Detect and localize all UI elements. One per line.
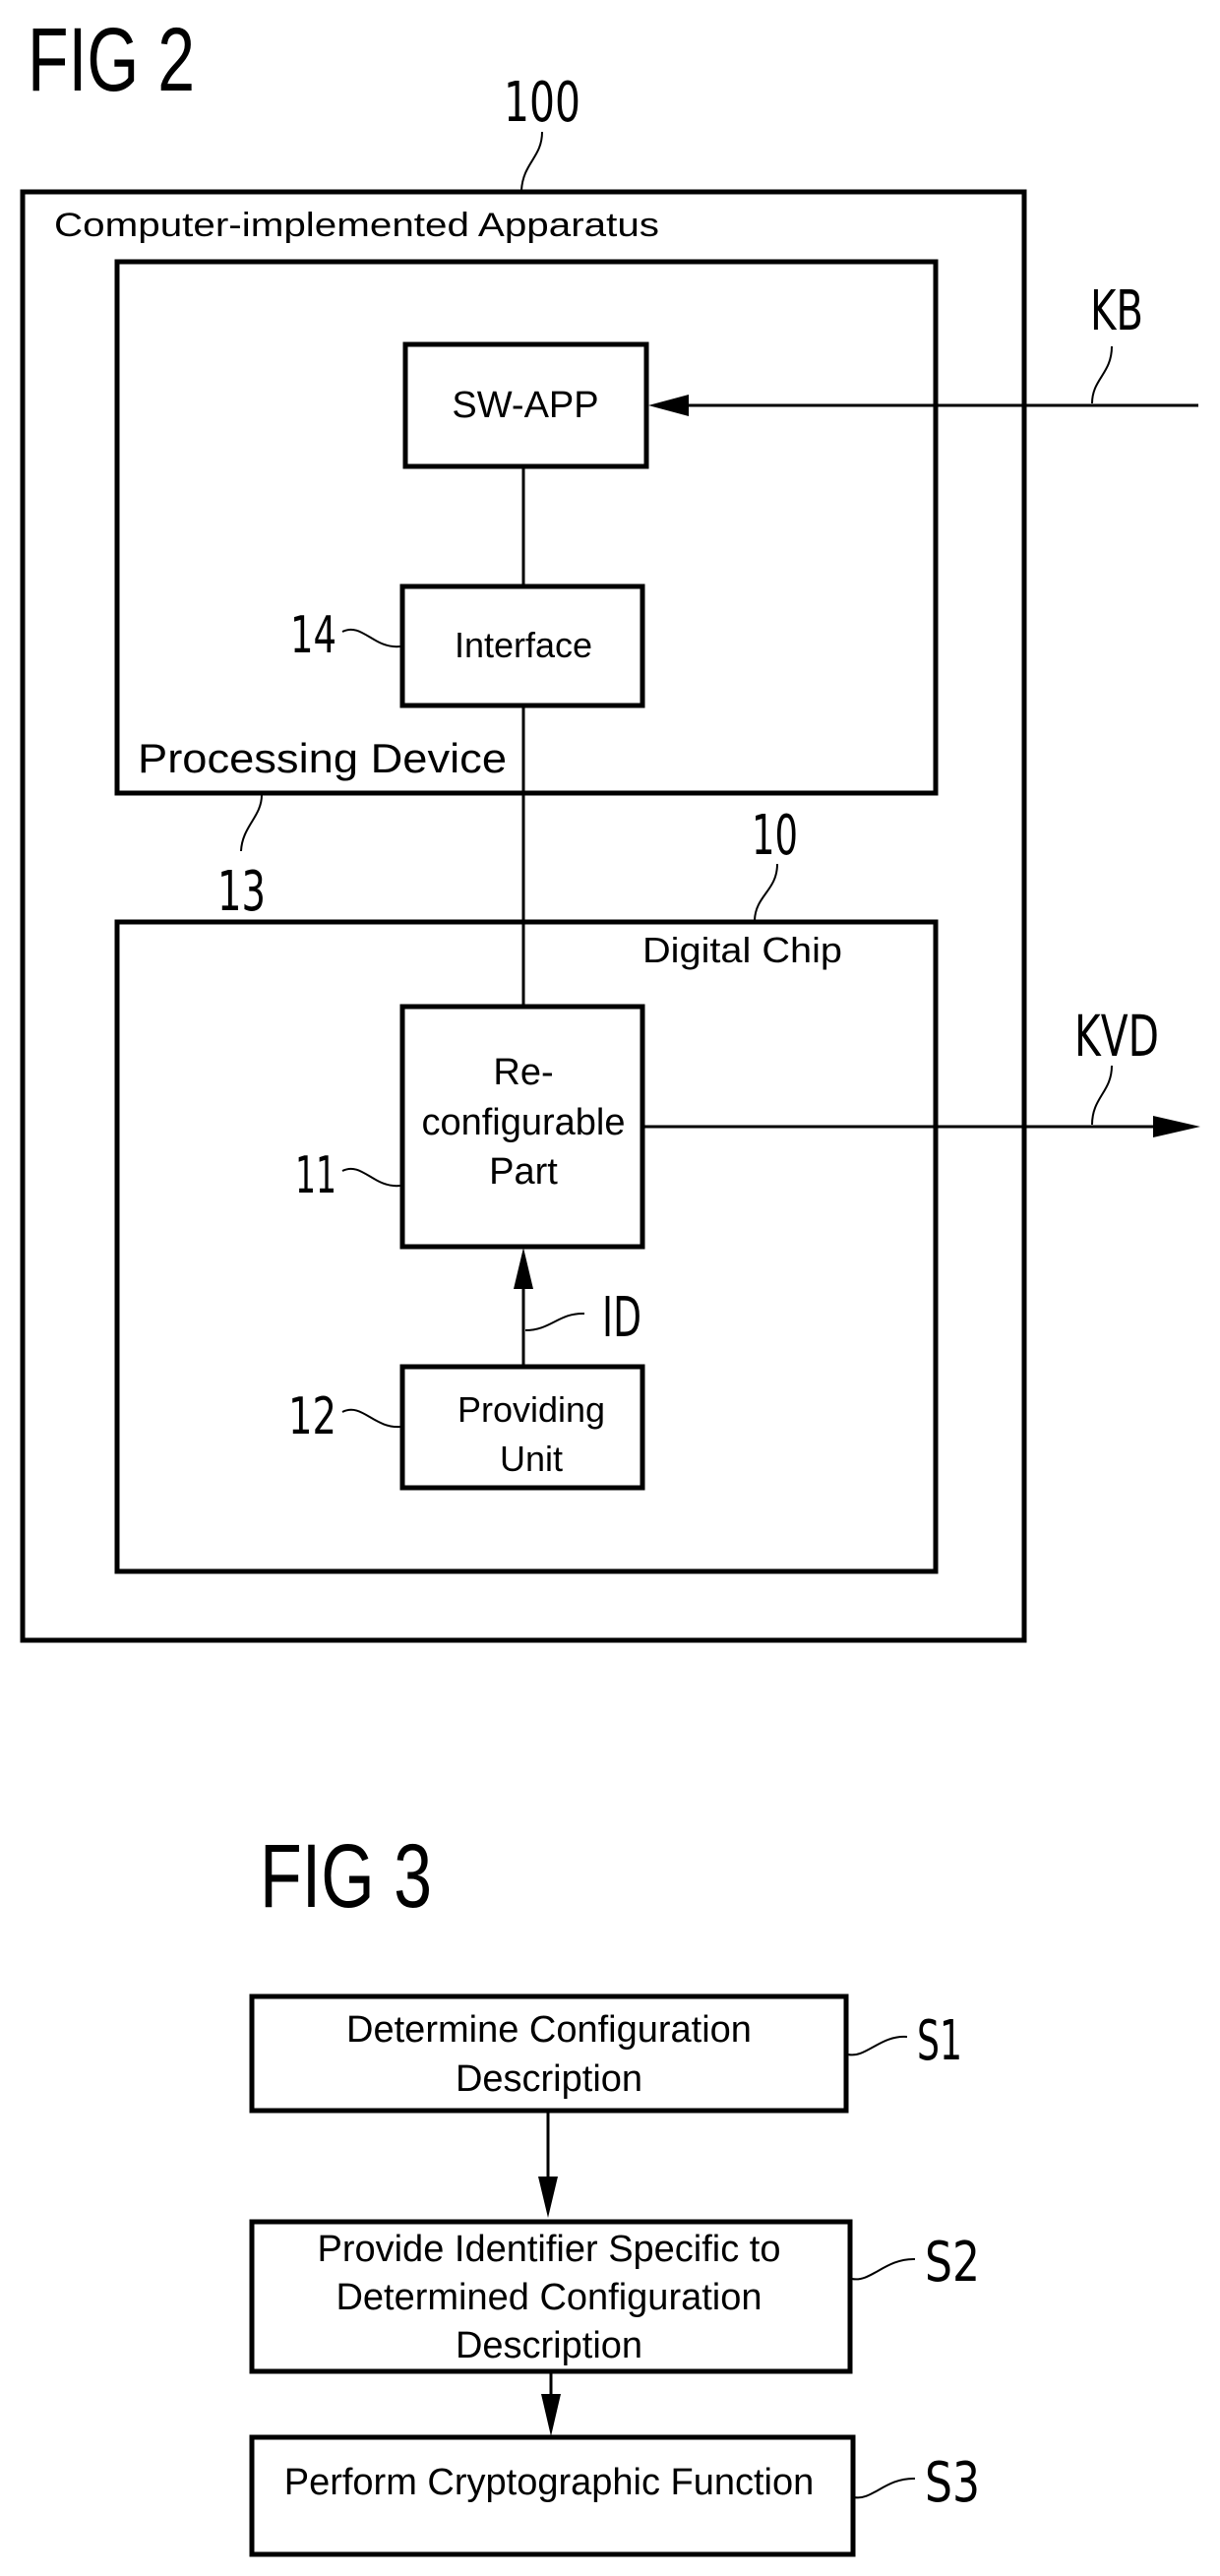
providing-line-1: Providing <box>458 1389 605 1430</box>
leader-kb <box>1091 345 1113 404</box>
interface-label: Interface <box>455 625 592 665</box>
leader-s2 <box>851 2257 916 2281</box>
digital-chip-label: Digital Chip <box>642 930 842 970</box>
ref-11: 11 <box>295 1146 336 1205</box>
arrow-s2-s3-head-icon <box>541 2394 561 2436</box>
ref-100: 100 <box>504 71 580 135</box>
step-s1-label: S1 <box>917 2009 962 2073</box>
processing-device-box <box>114 259 939 796</box>
kb-label: KB <box>1090 279 1143 343</box>
step-s1-line-1: Determine Configuration <box>346 2009 752 2051</box>
arrow-s1-s2-head-icon <box>538 2177 558 2218</box>
fig2-title: FIG 2 <box>28 10 195 110</box>
kvd-arrowhead-icon <box>1153 1116 1200 1137</box>
leader-kvd <box>1091 1065 1113 1126</box>
ref-12: 12 <box>288 1387 336 1446</box>
id-label: ID <box>602 1286 641 1350</box>
reconfigurable-line-3: Part <box>489 1151 558 1193</box>
kvd-label: KVD <box>1074 1003 1159 1070</box>
step-s3-label: S3 <box>925 2451 980 2515</box>
sw-app-label: SW-APP <box>452 385 598 426</box>
ref-14: 14 <box>290 606 336 665</box>
patent-drawing: FIG 2 100 Computer-implemented Apparatus… <box>20 10 1200 2557</box>
step-s2-line-2: Determined Configuration <box>336 2277 762 2318</box>
fig3: FIG 3 Determine Configuration Descriptio… <box>249 1826 980 2557</box>
step-s1-line-2: Description <box>456 2058 642 2100</box>
reconfigurable-line-1: Re- <box>493 1052 553 1093</box>
step-s2-line-3: Description <box>456 2325 642 2366</box>
leader-100 <box>520 131 543 191</box>
leader-s1 <box>847 2035 908 2056</box>
leader-s3 <box>853 2477 916 2499</box>
step-s2-line-1: Provide Identifier Specific to <box>317 2229 780 2270</box>
reconfigurable-line-2: configurable <box>421 1102 625 1143</box>
providing-line-2: Unit <box>500 1439 563 1479</box>
processing-device-label: Processing Device <box>138 735 507 781</box>
ref-10: 10 <box>752 804 798 868</box>
apparatus-label: Computer-implemented Apparatus <box>54 207 659 244</box>
step-s2-label: S2 <box>925 2231 980 2295</box>
fig3-title: FIG 3 <box>260 1826 432 1927</box>
ref-13: 13 <box>217 860 266 924</box>
fig2: FIG 2 100 Computer-implemented Apparatus… <box>20 10 1200 1643</box>
step-s3-line-1: Perform Cryptographic Function <box>284 2462 815 2503</box>
